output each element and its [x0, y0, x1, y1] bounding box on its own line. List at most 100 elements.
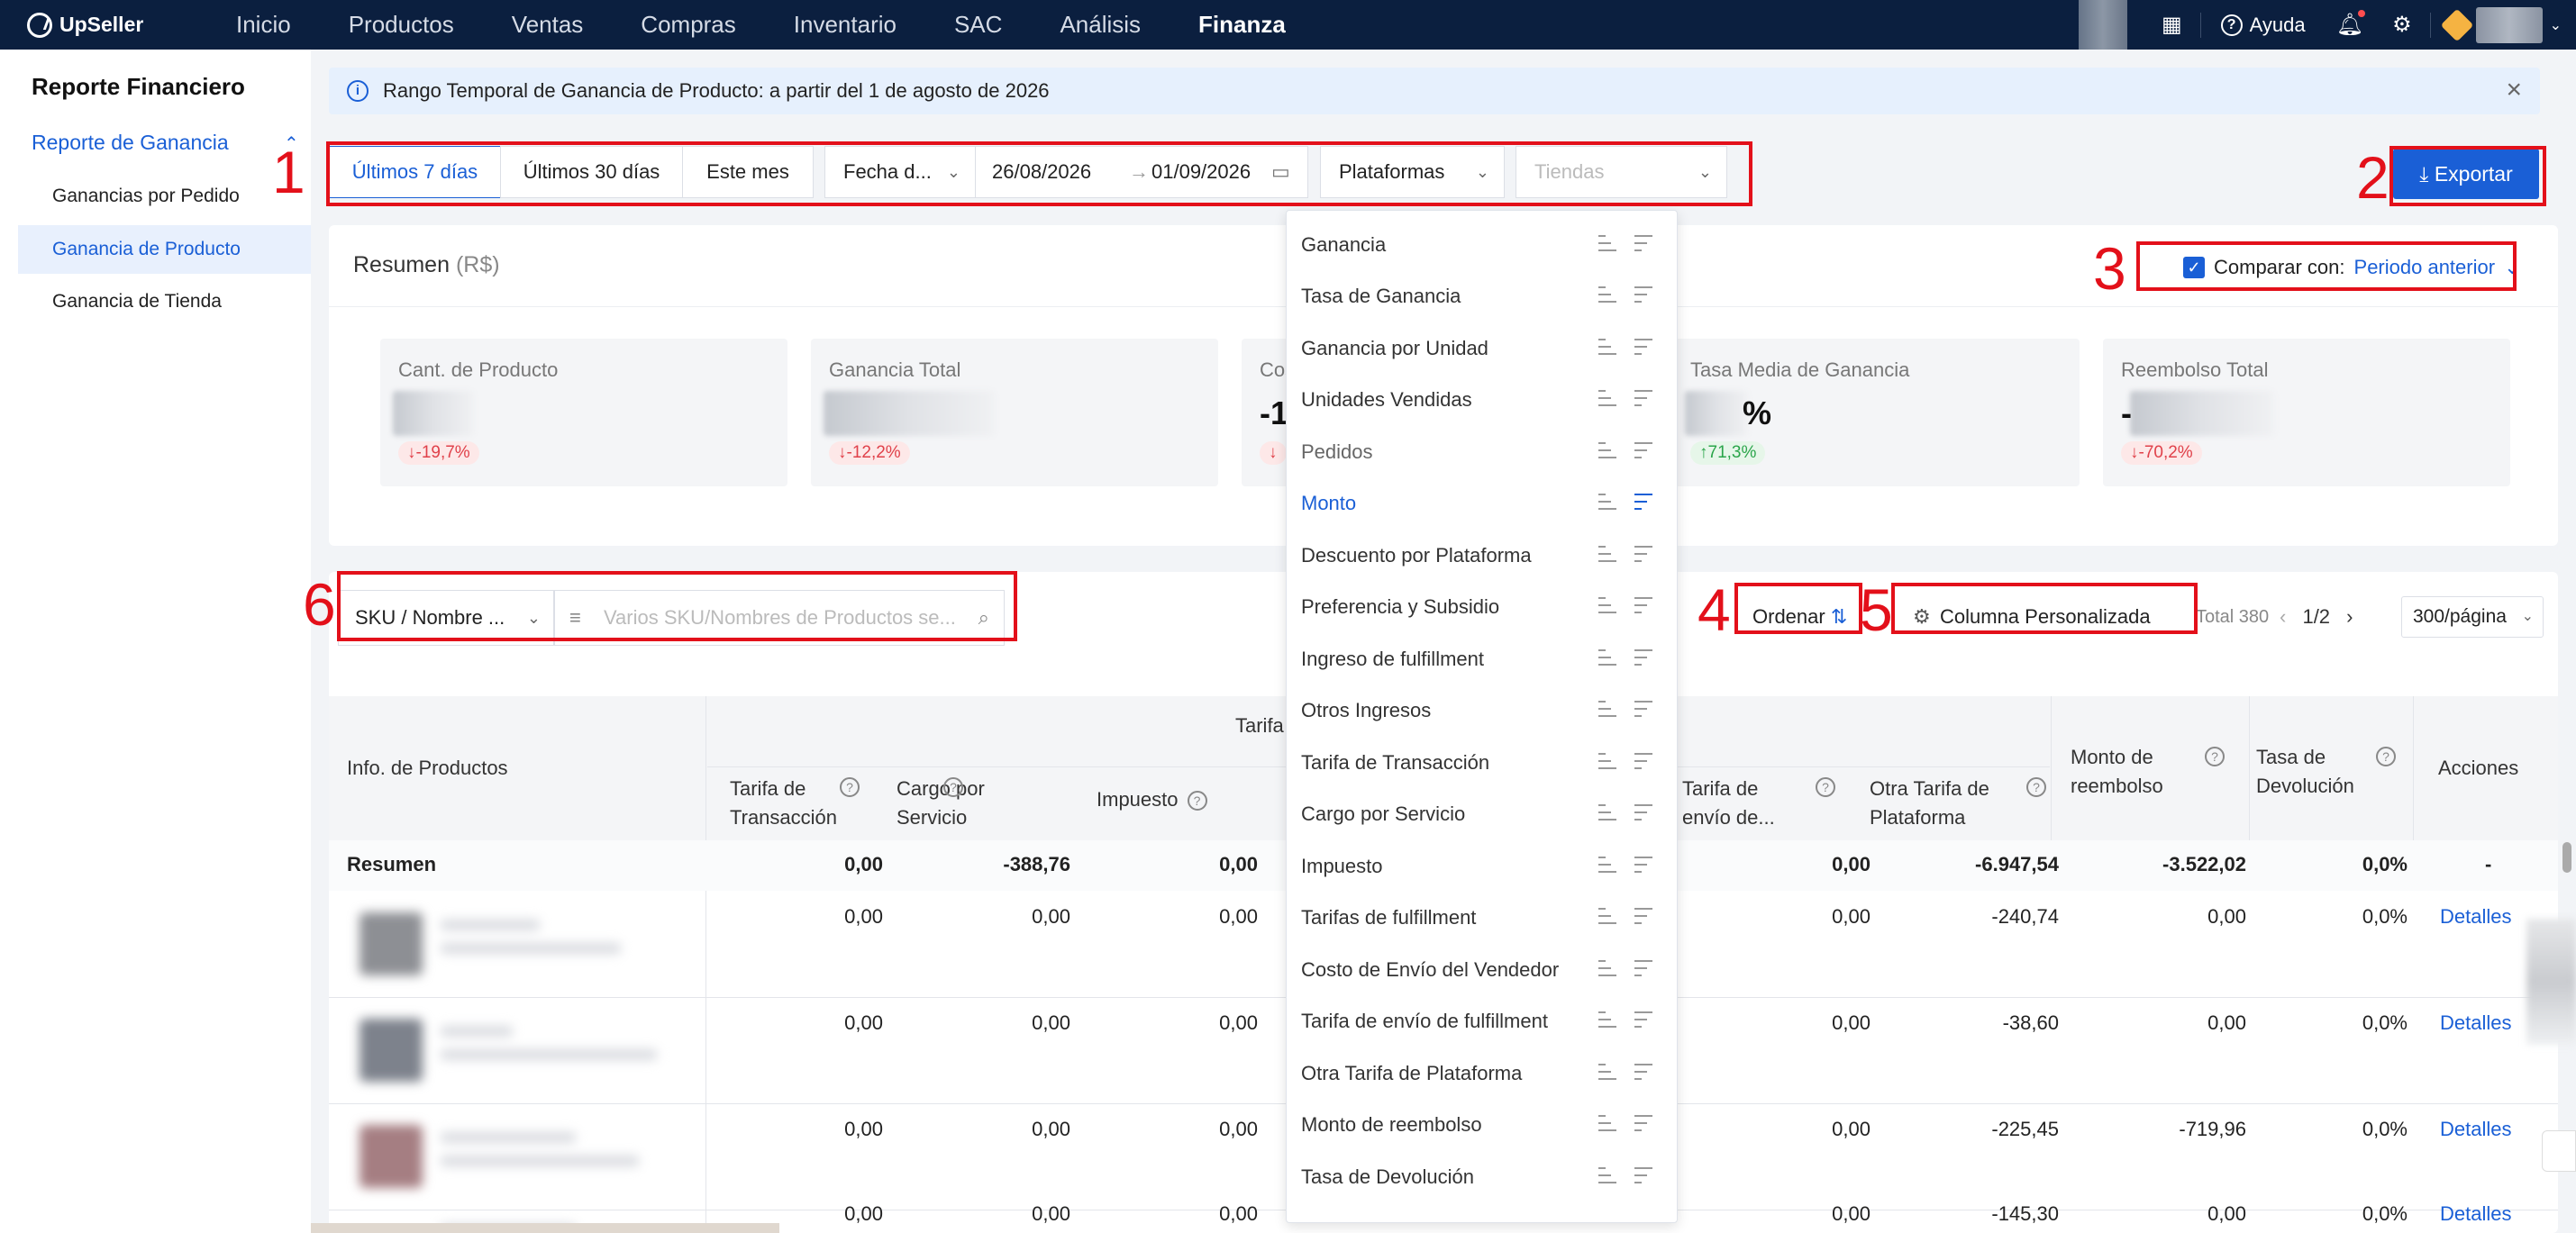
- per-page-select[interactable]: 300/página ⌄: [2401, 596, 2544, 638]
- sort-ascending-icon[interactable]: [1593, 494, 1616, 512]
- help-icon[interactable]: ?: [2367, 741, 2396, 770]
- sort-option-otra-tarifa-de-plataforma[interactable]: Otra Tarifa de Plataforma: [1301, 1047, 1661, 1099]
- sort-option-tarifas-de-fulfillment[interactable]: Tarifas de fulfillment: [1301, 892, 1661, 943]
- sort-ascending-icon[interactable]: [1593, 1064, 1616, 1082]
- sort-option-otros-ingresos[interactable]: Otros Ingresos: [1301, 684, 1661, 736]
- sort-ascending-icon[interactable]: [1593, 1115, 1616, 1133]
- sort-option-impuesto[interactable]: Impuesto: [1301, 840, 1661, 892]
- nav-item-ventas[interactable]: Ventas: [483, 0, 613, 50]
- bell-icon[interactable]: 🔔︎: [2336, 10, 2366, 38]
- next-page-icon[interactable]: ›: [2346, 605, 2353, 628]
- help-button[interactable]: ? Ayuda: [2220, 14, 2306, 37]
- details-link[interactable]: Detalles: [2440, 1202, 2511, 1226]
- sort-descending-icon[interactable]: [1629, 339, 1652, 357]
- sort-ascending-icon[interactable]: [1593, 442, 1616, 460]
- kpi-change-badge: ↓: [1260, 441, 1287, 465]
- sort-option-descuento-por-plataforma[interactable]: Descuento por Plataforma: [1301, 530, 1661, 581]
- sort-option-monto-de-reembolso[interactable]: Monto de reembolso: [1301, 1099, 1661, 1150]
- prev-page-icon[interactable]: ‹: [2280, 605, 2286, 628]
- sort-option-label: Impuesto: [1301, 855, 1383, 877]
- sort-ascending-icon[interactable]: [1593, 235, 1616, 253]
- sort-descending-icon[interactable]: [1629, 1064, 1652, 1082]
- sort-ascending-icon[interactable]: [1593, 960, 1616, 978]
- nav-item-inicio[interactable]: Inicio: [207, 0, 320, 50]
- apps-grid-icon[interactable]: ▦: [2162, 12, 2182, 38]
- details-link[interactable]: Detalles: [2440, 905, 2511, 929]
- nav-item-sac[interactable]: SAC: [925, 0, 1031, 50]
- summary-other-platform-fee: -6.947,54: [1975, 853, 2059, 875]
- sidebar-item-ganancias-por-pedido[interactable]: Ganancias por Pedido: [18, 172, 311, 221]
- sort-ascending-icon[interactable]: [1593, 753, 1616, 771]
- header-transaction-fee: Tarifa de Transacción: [730, 775, 887, 832]
- sort-descending-icon[interactable]: [1629, 753, 1652, 771]
- sort-ascending-icon[interactable]: [1593, 390, 1616, 408]
- sort-option-tasa-de-ganancia[interactable]: Tasa de Ganancia: [1301, 270, 1661, 322]
- sidebar: Reporte Financiero Reporte de Ganancia ⌃…: [0, 50, 311, 1233]
- sort-ascending-icon[interactable]: [1593, 649, 1616, 667]
- sort-ascending-icon[interactable]: [1593, 546, 1616, 564]
- nav-item-finanza[interactable]: Finanza: [1170, 0, 1315, 50]
- sort-ascending-icon[interactable]: [1593, 597, 1616, 615]
- sort-descending-icon[interactable]: [1629, 1115, 1652, 1133]
- sort-descending-icon[interactable]: [1629, 494, 1652, 512]
- sort-option-unidades-vendidas[interactable]: Unidades Vendidas: [1301, 374, 1661, 425]
- details-link[interactable]: Detalles: [2440, 1118, 2511, 1141]
- sort-option-cargo-por-servicio[interactable]: Cargo por Servicio: [1301, 788, 1661, 839]
- sort-ascending-icon[interactable]: [1593, 286, 1616, 304]
- sort-ascending-icon[interactable]: [1593, 1011, 1616, 1029]
- close-icon[interactable]: ×: [2506, 75, 2522, 105]
- logo[interactable]: UpSeller: [27, 12, 207, 38]
- nav-item-analisis[interactable]: Análisis: [1031, 0, 1170, 50]
- sort-descending-icon[interactable]: [1629, 960, 1652, 978]
- help-icon[interactable]: ?: [831, 772, 860, 801]
- nav-item-inventario[interactable]: Inventario: [765, 0, 925, 50]
- sort-direction-icons: [1593, 374, 1661, 425]
- table-scrollbar[interactable]: [2562, 842, 2571, 873]
- sort-option-tarifa-de-transaccion[interactable]: Tarifa de Transacción: [1301, 737, 1661, 788]
- sort-option-label: Monto de reembolso: [1301, 1113, 1482, 1136]
- sort-option-tarifa-de-envio-de-fulfillment[interactable]: Tarifa de envío de fulfillment: [1301, 995, 1661, 1047]
- sort-ascending-icon[interactable]: [1593, 339, 1616, 357]
- help-icon[interactable]: ?: [934, 772, 963, 801]
- sort-descending-icon[interactable]: [1629, 908, 1652, 926]
- sort-descending-icon[interactable]: [1629, 546, 1652, 564]
- help-icon[interactable]: ?: [2196, 741, 2225, 770]
- sort-ascending-icon[interactable]: [1593, 908, 1616, 926]
- sort-ascending-icon[interactable]: [1593, 1167, 1616, 1185]
- sort-descending-icon[interactable]: [1629, 857, 1652, 875]
- sort-descending-icon[interactable]: [1629, 701, 1652, 719]
- sort-option-tasa-de-devolucion[interactable]: Tasa de Devolución: [1301, 1151, 1661, 1202]
- sort-descending-icon[interactable]: [1629, 390, 1652, 408]
- sort-descending-icon[interactable]: [1629, 1167, 1652, 1185]
- sort-dropdown: Ganancia Tasa de Ganancia Ganancia por U…: [1286, 210, 1678, 1223]
- sidebar-item-ganancia-de-tienda[interactable]: Ganancia de Tienda: [18, 277, 311, 326]
- gear-icon[interactable]: ⚙: [2392, 12, 2412, 38]
- nav-item-productos[interactable]: Productos: [320, 0, 483, 50]
- help-icon[interactable]: ?: [2017, 772, 2046, 801]
- details-link[interactable]: Detalles: [2440, 1011, 2511, 1035]
- sort-descending-icon[interactable]: [1629, 804, 1652, 822]
- sort-descending-icon[interactable]: [1629, 1011, 1652, 1029]
- sort-ascending-icon[interactable]: [1593, 701, 1616, 719]
- sort-descending-icon[interactable]: [1629, 442, 1652, 460]
- sidebar-item-ganancia-de-producto[interactable]: Ganancia de Producto: [18, 225, 311, 274]
- sort-option-preferencia-y-subsidio[interactable]: Preferencia y Subsidio: [1301, 581, 1661, 632]
- sort-ascending-icon[interactable]: [1593, 857, 1616, 875]
- sort-option-costo-de-envio-del-vendedor[interactable]: Costo de Envío del Vendedor: [1301, 944, 1661, 995]
- sort-descending-icon[interactable]: [1629, 649, 1652, 667]
- nav-item-compras[interactable]: Compras: [612, 0, 764, 50]
- sort-option-ingreso-de-fulfillment[interactable]: Ingreso de fulfillment: [1301, 633, 1661, 684]
- sort-option-pedidos[interactable]: Pedidos: [1301, 426, 1661, 477]
- help-icon[interactable]: ?: [1187, 791, 1207, 811]
- phone-icon[interactable]: [2542, 1130, 2576, 1172]
- user-menu[interactable]: ⌄: [2440, 6, 2562, 43]
- sort-descending-icon[interactable]: [1629, 597, 1652, 615]
- sort-descending-icon[interactable]: [1629, 286, 1652, 304]
- sort-option-monto[interactable]: Monto: [1301, 477, 1661, 529]
- sort-option-ganancia-por-unidad[interactable]: Ganancia por Unidad: [1301, 322, 1661, 374]
- sidebar-group-reporte-de-ganancia[interactable]: Reporte de Ganancia: [32, 131, 229, 155]
- sort-option-ganancia[interactable]: Ganancia: [1301, 219, 1661, 270]
- sort-descending-icon[interactable]: [1629, 235, 1652, 253]
- help-icon[interactable]: ?: [1807, 772, 1835, 801]
- sort-ascending-icon[interactable]: [1593, 804, 1616, 822]
